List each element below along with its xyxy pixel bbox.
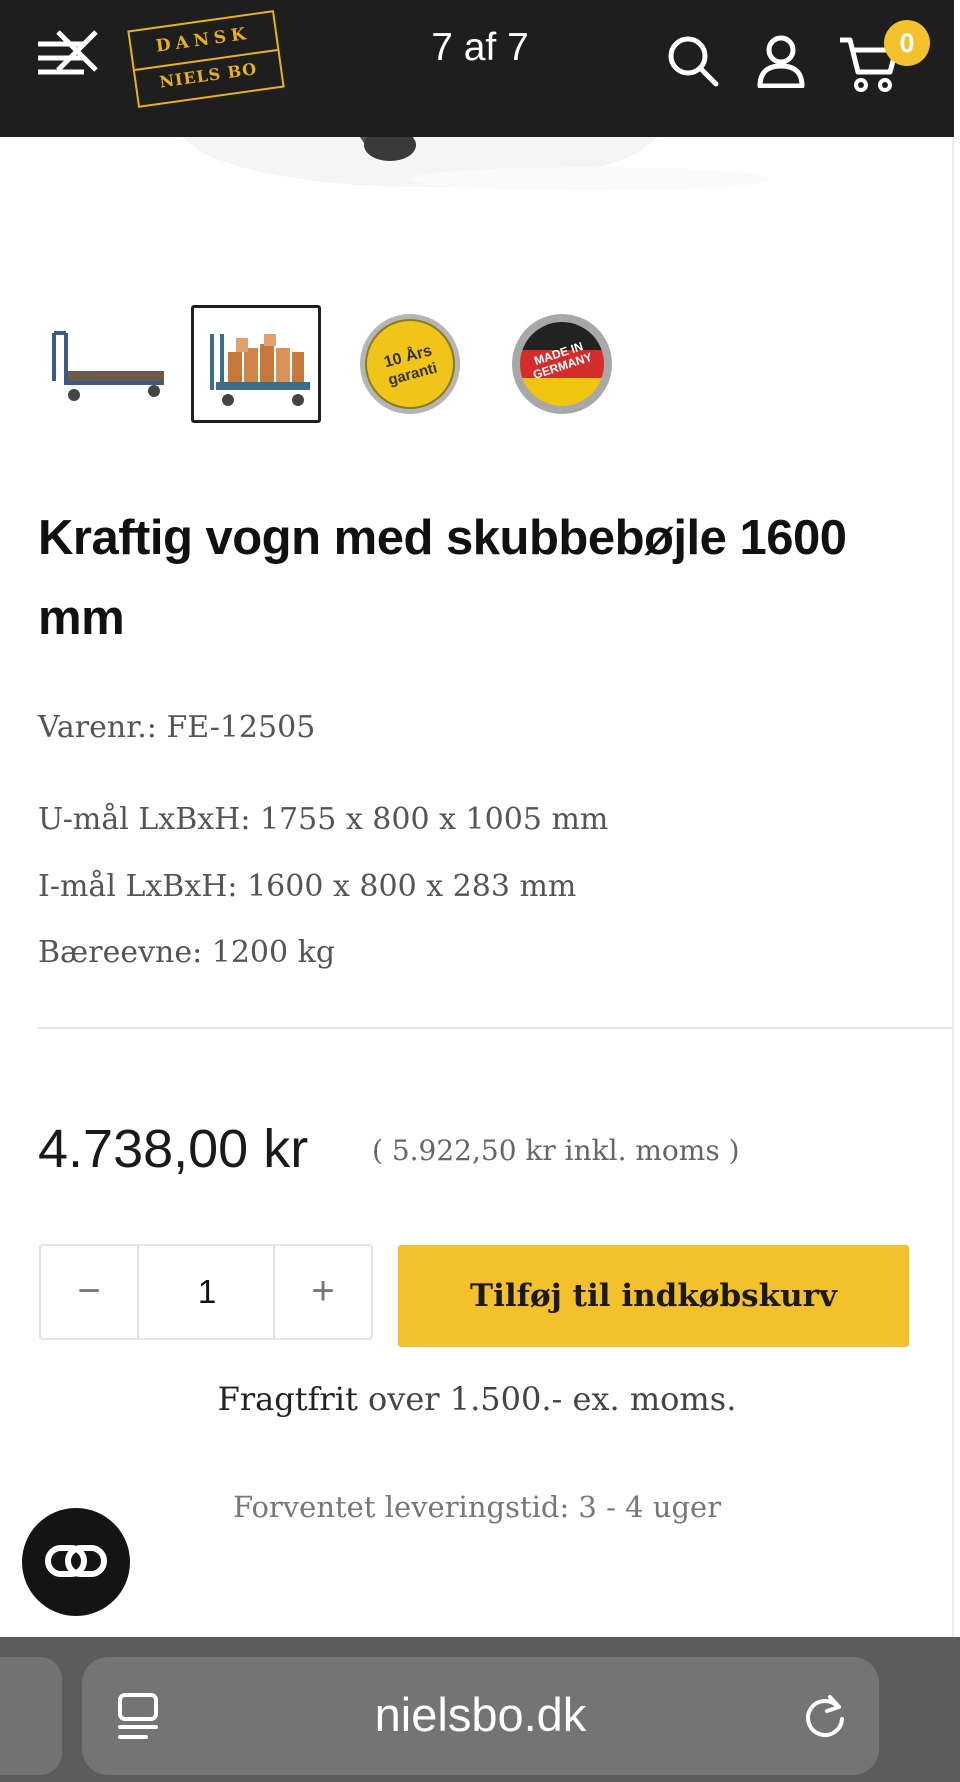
product-price-incl-vat: ( 5.922,50 kr inkl. moms ) <box>372 1134 740 1167</box>
site-logo[interactable]: DANSK NIELS BO <box>127 10 285 108</box>
thumbnail-warranty-badge[interactable]: 10 Års garanti <box>348 305 478 423</box>
shipping-note-bold: Fragtfrit <box>217 1380 358 1418</box>
shipping-note-rest: over 1.500.- ex. moms. <box>357 1380 737 1418</box>
address-bar[interactable]: nielsbo.dk <box>82 1657 879 1775</box>
product-inner-dimensions: I-mål LxBxH: 1600 x 800 x 283 mm <box>38 869 577 904</box>
reload-icon[interactable] <box>802 1693 848 1743</box>
quantity-increase-button[interactable]: + <box>273 1246 371 1338</box>
image-counter: 7 af 7 <box>431 26 529 69</box>
url-text: nielsbo.dk <box>374 1688 587 1741</box>
section-divider <box>38 1027 952 1029</box>
quantity-stepper: − 1 + <box>39 1244 373 1340</box>
product-image-main[interactable] <box>0 137 954 267</box>
product-title: Kraftig vogn med skubbebøjle 1600 mm <box>38 511 847 645</box>
product-sku: Varenr.: FE-12505 <box>38 710 316 745</box>
product-price: 4.738,00 kr <box>38 1119 309 1179</box>
quantity-decrease-button[interactable]: − <box>41 1246 139 1338</box>
shipping-note: Fragtfrit over 1.500.- ex. moms. <box>0 1380 954 1418</box>
user-icon[interactable] <box>756 34 806 92</box>
product-capacity: Bæreevne: 1200 kg <box>38 935 336 970</box>
browser-toolbar: nielsbo.dk <box>0 1637 960 1782</box>
logo-line2: NIELS BO <box>158 59 259 92</box>
thumbnail-cart-loaded[interactable] <box>191 305 321 423</box>
product-outer-dimensions: U-mål LxBxH: 1755 x 800 x 1005 mm <box>38 802 609 837</box>
cart-count-badge: 0 <box>884 20 930 66</box>
previous-tab[interactable] <box>0 1657 62 1775</box>
search-icon[interactable] <box>666 34 720 92</box>
quantity-input[interactable]: 1 <box>139 1246 275 1338</box>
thumbnail-cart-empty[interactable] <box>42 305 172 423</box>
site-header: DANSK NIELS BO 7 af 7 0 <box>0 0 954 137</box>
menu-close-icon[interactable] <box>36 28 102 88</box>
chat-link-icon[interactable] <box>22 1508 130 1616</box>
add-to-cart-button[interactable]: Tilføj til indkøbskurv <box>398 1245 909 1347</box>
thumbnail-made-in-germany-badge[interactable]: MADE IN GERMANY <box>500 305 630 423</box>
delivery-time: Forventet leveringstid: 3 - 4 uger <box>232 1490 722 1524</box>
